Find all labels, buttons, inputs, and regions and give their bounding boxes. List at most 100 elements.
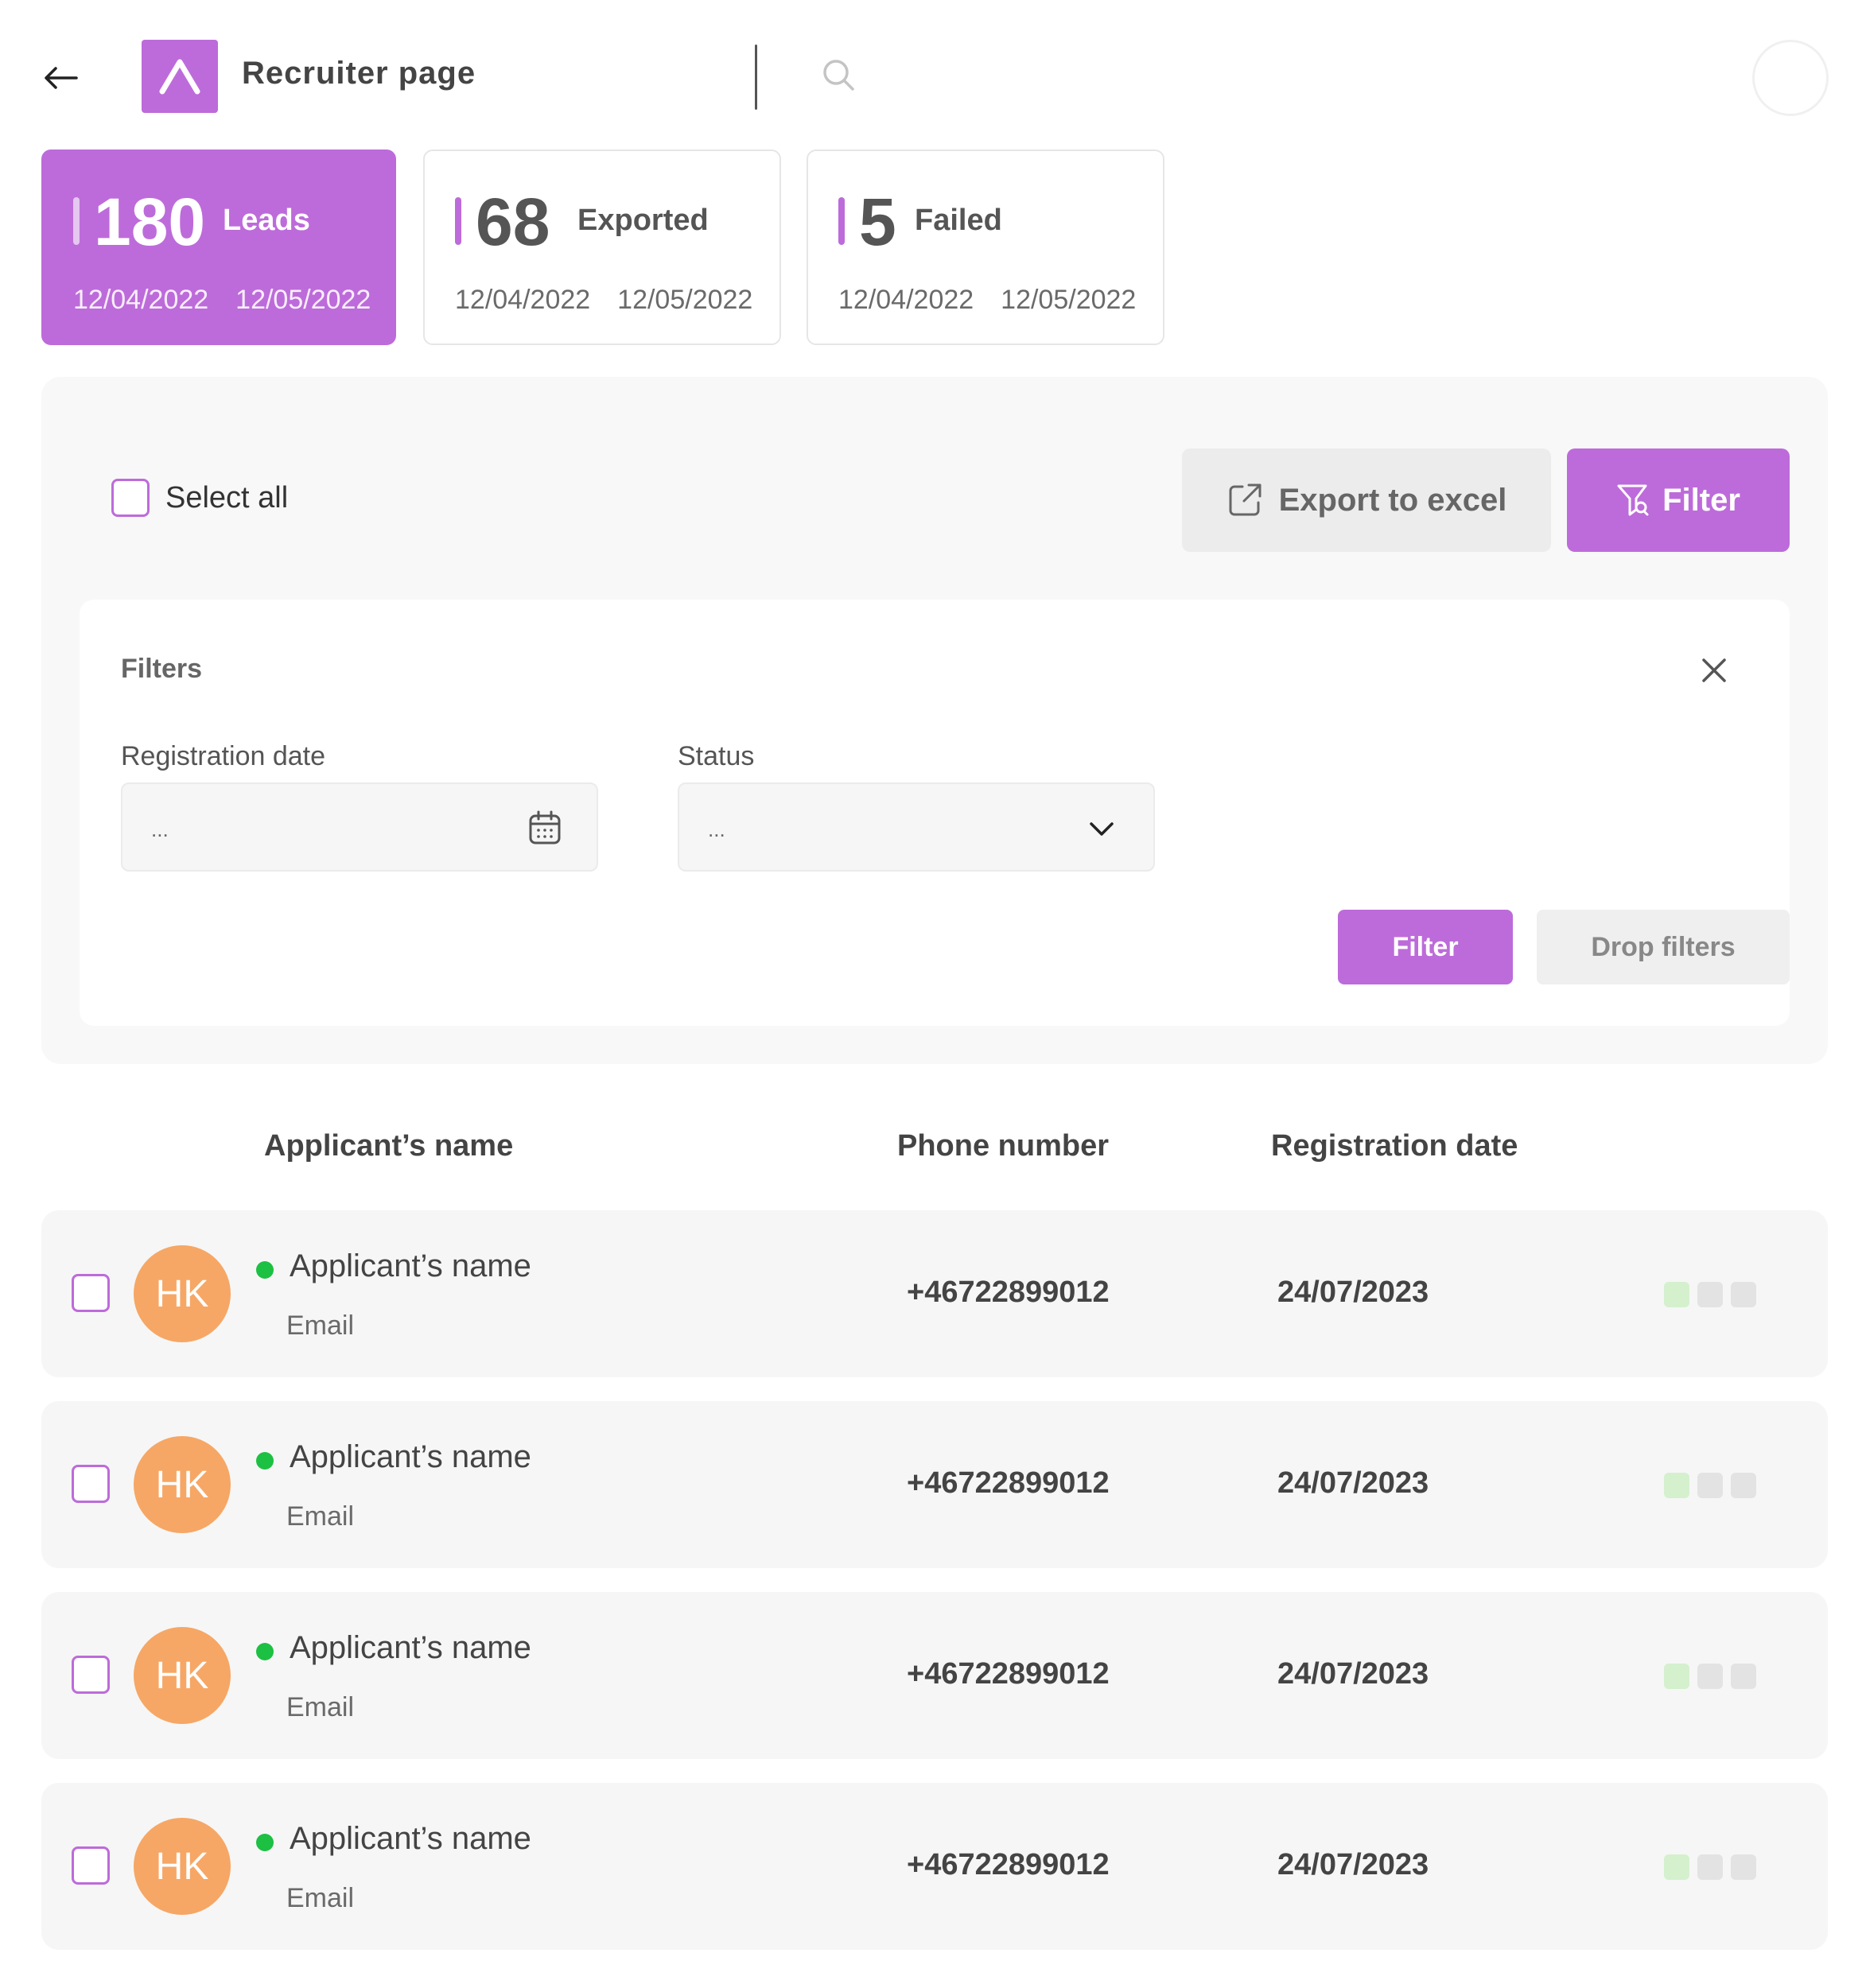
applicant-registration-date: 24/07/2023	[1277, 1276, 1429, 1309]
applicant-registration-date: 24/07/2023	[1277, 1466, 1429, 1500]
row-checkbox[interactable]	[72, 1656, 110, 1694]
registration-date-value: ...	[151, 817, 169, 841]
applicant-registration-date: 24/07/2023	[1277, 1848, 1429, 1881]
online-status-dot	[256, 1452, 274, 1470]
row-checkbox[interactable]	[72, 1465, 110, 1503]
applicant-avatar: HK	[134, 1627, 231, 1724]
arrow-left-icon	[45, 67, 78, 89]
filters-card: Filters Registration date ... Status ...…	[80, 600, 1790, 1026]
row-actions	[1664, 1282, 1756, 1307]
stat-value: 180	[94, 184, 206, 259]
applicant-name: Applicant’s name	[290, 1821, 531, 1856]
stat-accent-bar	[838, 197, 845, 245]
stat-date-to: 12/05/2022	[1001, 285, 1137, 315]
controls-panel: Select all Export to excel Filter Filter…	[41, 377, 1828, 1064]
online-status-dot	[256, 1643, 274, 1660]
applicant-avatar: HK	[134, 1245, 231, 1342]
row-action-2[interactable]	[1697, 1473, 1723, 1498]
row-action-2[interactable]	[1697, 1282, 1723, 1307]
online-status-dot	[256, 1834, 274, 1851]
registration-date-input[interactable]: ...	[121, 782, 598, 872]
applicant-name: Applicant’s name	[290, 1630, 531, 1665]
stat-dates: 12/04/2022 12/05/2022	[455, 285, 752, 316]
stat-accent-bar	[455, 197, 461, 245]
app-logo[interactable]	[142, 40, 218, 113]
table-row[interactable]: HK Applicant’s name Email +46722899012 2…	[41, 1210, 1828, 1377]
stat-card-leads[interactable]: 180 Leads 12/04/2022 12/05/2022	[41, 149, 396, 345]
applicant-email: Email	[286, 1692, 355, 1722]
stat-label: Failed	[915, 204, 1002, 237]
column-header-date: Registration date	[1271, 1129, 1518, 1163]
status-label: Status	[678, 741, 755, 771]
top-bar: Recruiter page	[0, 0, 1866, 151]
chevron-down-icon	[1090, 822, 1114, 836]
status-value: ...	[708, 817, 725, 841]
row-checkbox[interactable]	[72, 1274, 110, 1312]
stat-card-failed[interactable]: 5 Failed 12/04/2022 12/05/2022	[807, 149, 1164, 345]
row-actions	[1664, 1854, 1756, 1880]
row-action-3[interactable]	[1731, 1854, 1756, 1880]
applicant-email: Email	[286, 1883, 355, 1913]
applicant-name: Applicant’s name	[290, 1248, 531, 1283]
row-action-approve[interactable]	[1664, 1854, 1689, 1880]
select-all-label: Select all	[165, 480, 289, 514]
applicant-email: Email	[286, 1501, 355, 1532]
stat-card-exported[interactable]: 68 Exported 12/04/2022 12/05/2022	[423, 149, 781, 345]
row-action-2[interactable]	[1697, 1664, 1723, 1689]
stat-accent-bar	[73, 197, 80, 245]
row-action-2[interactable]	[1697, 1854, 1723, 1880]
filter-icon	[1617, 484, 1649, 516]
applicant-phone: +46722899012	[907, 1848, 1110, 1881]
a-logo-icon	[159, 59, 200, 95]
applicant-phone: +46722899012	[907, 1466, 1110, 1500]
table-row[interactable]: HK Applicant’s name Email +46722899012 2…	[41, 1783, 1828, 1950]
row-actions	[1664, 1473, 1756, 1498]
stat-label: Leads	[223, 204, 310, 237]
stat-dates: 12/04/2022 12/05/2022	[838, 285, 1136, 316]
stat-value: 68	[476, 184, 550, 259]
row-checkbox[interactable]	[72, 1846, 110, 1885]
header-divider	[755, 45, 757, 110]
stat-date-from: 12/04/2022	[455, 285, 591, 315]
applicant-avatar: HK	[134, 1436, 231, 1533]
user-avatar[interactable]	[1752, 40, 1829, 116]
row-actions	[1664, 1664, 1756, 1689]
column-header-phone: Phone number	[897, 1129, 1110, 1163]
select-all-checkbox[interactable]: Select all	[111, 479, 288, 517]
calendar-icon	[529, 810, 561, 845]
search-button[interactable]	[819, 56, 859, 95]
stat-value: 5	[859, 184, 896, 259]
stat-date-to: 12/05/2022	[617, 285, 753, 315]
filters-title: Filters	[121, 654, 203, 684]
applicant-registration-date: 24/07/2023	[1277, 1657, 1429, 1691]
close-filters-button[interactable]	[1694, 650, 1734, 690]
stat-dates: 12/04/2022 12/05/2022	[73, 285, 371, 316]
applicant-avatar: HK	[134, 1818, 231, 1915]
applicant-phone: +46722899012	[907, 1276, 1110, 1309]
row-action-3[interactable]	[1731, 1664, 1756, 1689]
stat-date-to: 12/05/2022	[235, 285, 371, 315]
apply-filter-button[interactable]: Filter	[1338, 910, 1513, 984]
row-action-3[interactable]	[1731, 1473, 1756, 1498]
stat-date-from: 12/04/2022	[73, 285, 209, 315]
applicant-name: Applicant’s name	[290, 1439, 531, 1474]
applicant-phone: +46722899012	[907, 1657, 1110, 1691]
close-icon	[1702, 658, 1726, 682]
filter-label: Filter	[1662, 482, 1740, 518]
stat-label: Exported	[577, 204, 709, 237]
online-status-dot	[256, 1261, 274, 1279]
filter-toggle-button[interactable]: Filter	[1567, 448, 1790, 552]
drop-filters-button[interactable]: Drop filters	[1537, 910, 1790, 984]
select-all-box[interactable]	[111, 479, 150, 517]
column-header-name: Applicant’s name	[264, 1129, 514, 1163]
export-to-excel-button[interactable]: Export to excel	[1182, 448, 1551, 552]
row-action-approve[interactable]	[1664, 1473, 1689, 1498]
search-icon	[823, 60, 854, 91]
status-select[interactable]: ...	[678, 782, 1155, 872]
row-action-approve[interactable]	[1664, 1664, 1689, 1689]
table-row[interactable]: HK Applicant’s name Email +46722899012 2…	[41, 1592, 1828, 1759]
row-action-3[interactable]	[1731, 1282, 1756, 1307]
table-row[interactable]: HK Applicant’s name Email +46722899012 2…	[41, 1401, 1828, 1568]
back-button[interactable]	[38, 56, 83, 100]
row-action-approve[interactable]	[1664, 1282, 1689, 1307]
